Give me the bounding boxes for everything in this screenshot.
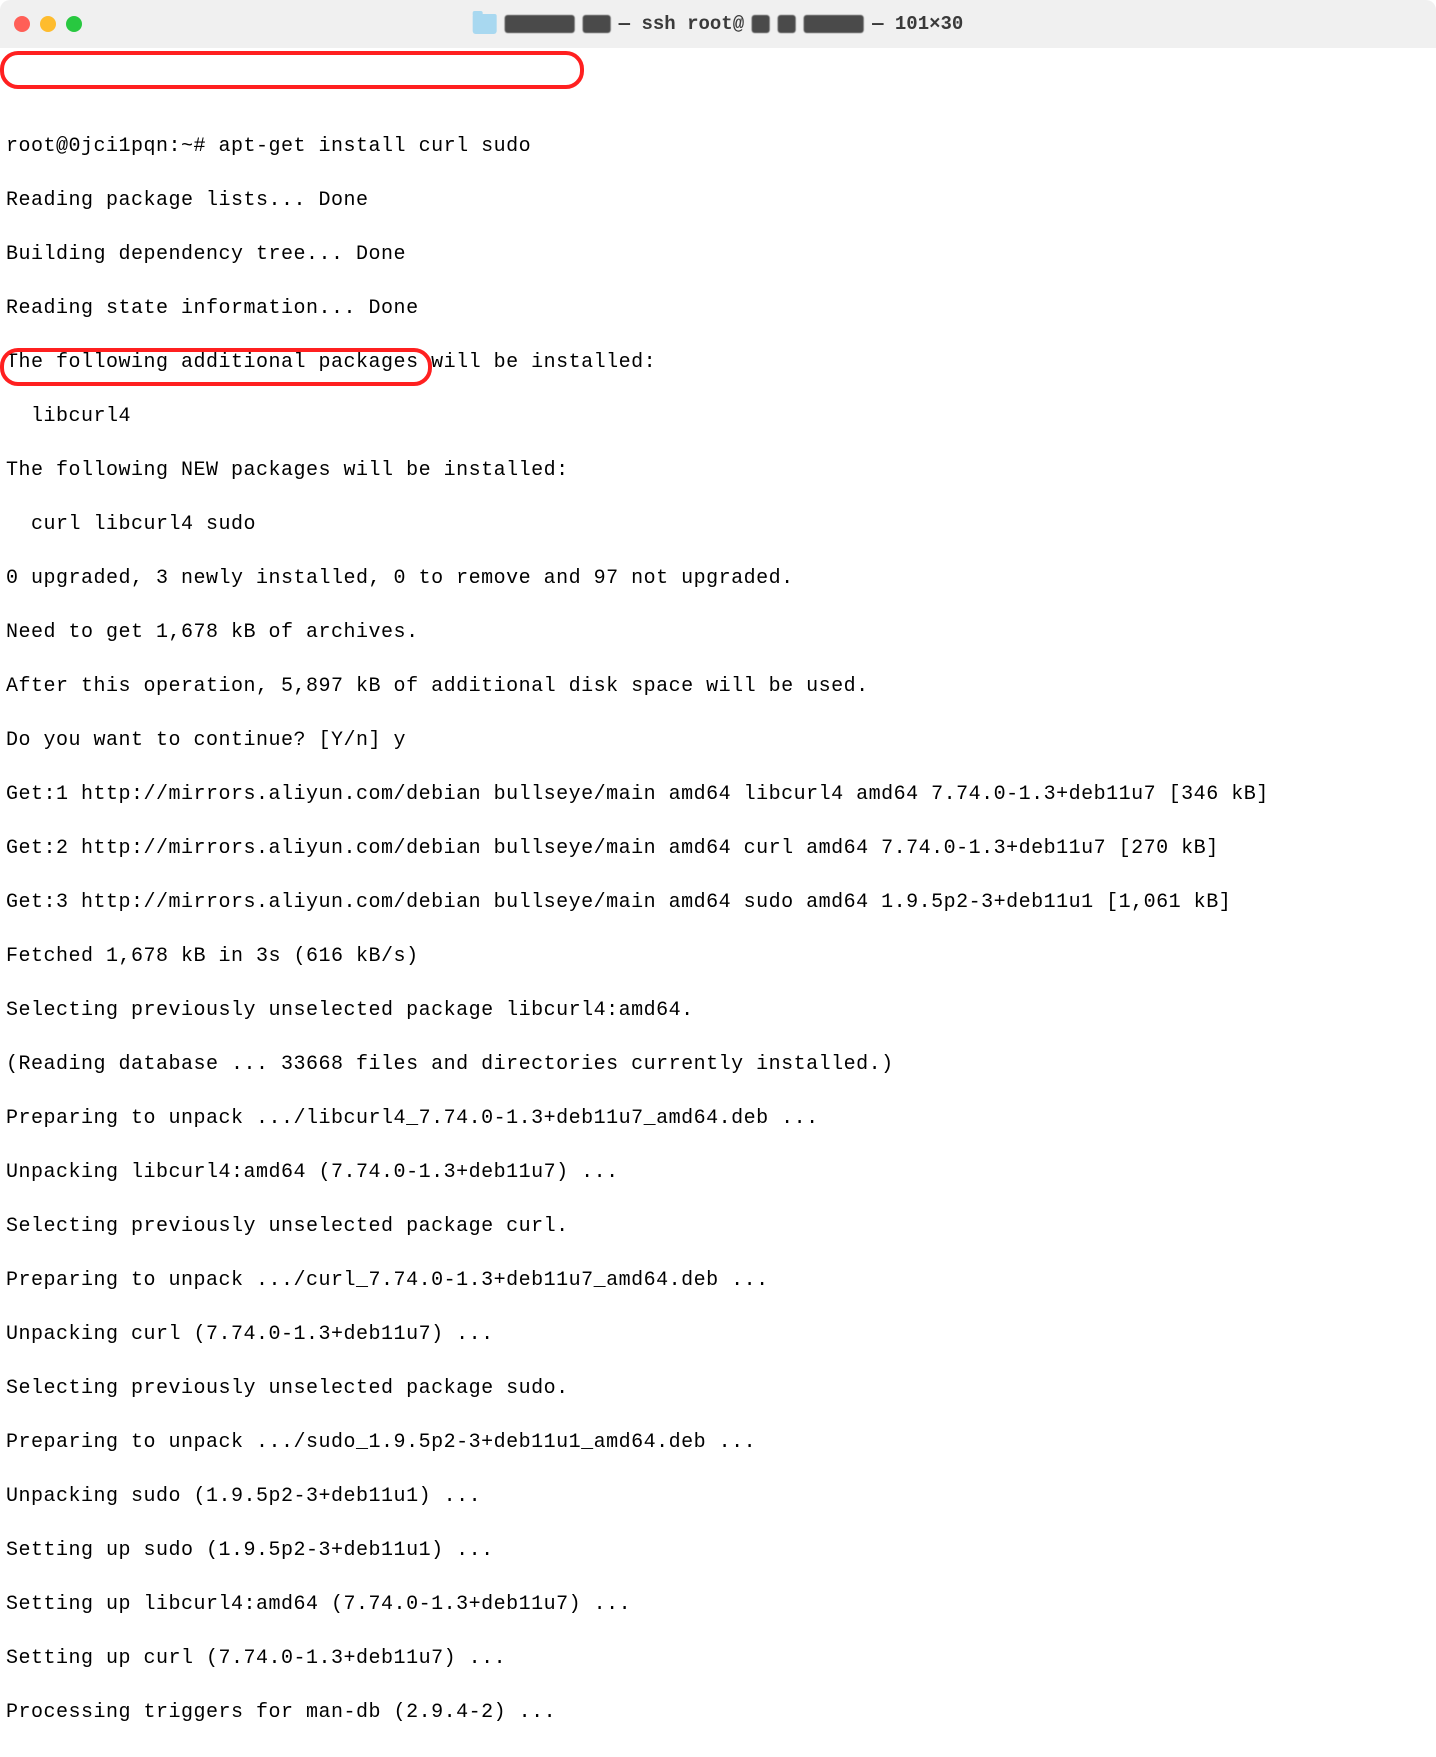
terminal-line: Selecting previously unselected package … [6, 997, 1430, 1024]
redacted-text [752, 15, 770, 33]
window-title: — ssh root@ — 101×30 [473, 13, 964, 35]
redacted-text [778, 15, 796, 33]
folder-icon [473, 14, 497, 34]
terminal-line: Selecting previously unselected package … [6, 1213, 1430, 1240]
terminal-line: Get:3 http://mirrors.aliyun.com/debian b… [6, 889, 1430, 916]
terminal-line: Selecting previously unselected package … [6, 1375, 1430, 1402]
traffic-lights [14, 16, 82, 32]
terminal-line: (Reading database ... 33668 files and di… [6, 1051, 1430, 1078]
terminal-line: Unpacking sudo (1.9.5p2-3+deb11u1) ... [6, 1483, 1430, 1510]
redacted-text [804, 15, 864, 33]
highlight-command [0, 51, 584, 89]
terminal-line: Processing triggers for man-db (2.9.4-2)… [6, 1699, 1430, 1726]
maximize-window-button[interactable] [66, 16, 82, 32]
terminal-line: Building dependency tree... Done [6, 241, 1430, 268]
terminal-line: curl libcurl4 sudo [6, 511, 1430, 538]
terminal-line: Preparing to unpack .../sudo_1.9.5p2-3+d… [6, 1429, 1430, 1456]
terminal-line: Reading package lists... Done [6, 187, 1430, 214]
terminal-line: 0 upgraded, 3 newly installed, 0 to remo… [6, 565, 1430, 592]
terminal-line: libcurl4 [6, 403, 1430, 430]
redacted-text [583, 15, 611, 33]
minimize-window-button[interactable] [40, 16, 56, 32]
terminal-line: Setting up sudo (1.9.5p2-3+deb11u1) ... [6, 1537, 1430, 1564]
terminal-line: After this operation, 5,897 kB of additi… [6, 673, 1430, 700]
title-ssh-prefix: — ssh root@ [619, 13, 744, 35]
terminal-line: Need to get 1,678 kB of archives. [6, 619, 1430, 646]
terminal-line: Fetched 1,678 kB in 3s (616 kB/s) [6, 943, 1430, 970]
title-dimensions: — 101×30 [872, 13, 963, 35]
terminal-line: Setting up libcurl4:amd64 (7.74.0-1.3+de… [6, 1591, 1430, 1618]
terminal-line: Get:1 http://mirrors.aliyun.com/debian b… [6, 781, 1430, 808]
terminal-line: Preparing to unpack .../curl_7.74.0-1.3+… [6, 1267, 1430, 1294]
close-window-button[interactable] [14, 16, 30, 32]
redacted-text [505, 15, 575, 33]
terminal-line: Do you want to continue? [Y/n] y [6, 727, 1430, 754]
window-titlebar: — ssh root@ — 101×30 [0, 0, 1436, 48]
terminal-line: Setting up curl (7.74.0-1.3+deb11u7) ... [6, 1645, 1430, 1672]
terminal-line: The following additional packages will b… [6, 349, 1430, 376]
terminal-output[interactable]: root@0jci1pqn:~# apt-get install curl su… [0, 48, 1436, 1757]
terminal-line: root@0jci1pqn:~# apt-get install curl su… [6, 133, 1430, 160]
terminal-line: Preparing to unpack .../libcurl4_7.74.0-… [6, 1105, 1430, 1132]
terminal-line: Unpacking curl (7.74.0-1.3+deb11u7) ... [6, 1321, 1430, 1348]
terminal-line: Reading state information... Done [6, 295, 1430, 322]
terminal-line: Unpacking libcurl4:amd64 (7.74.0-1.3+deb… [6, 1159, 1430, 1186]
terminal-line: The following NEW packages will be insta… [6, 457, 1430, 484]
terminal-line: Get:2 http://mirrors.aliyun.com/debian b… [6, 835, 1430, 862]
